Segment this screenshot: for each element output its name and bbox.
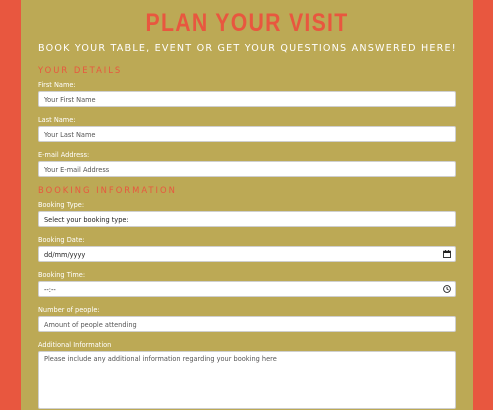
booking-time-input[interactable]: --:-- bbox=[38, 281, 456, 297]
email-placeholder: Your E-mail Address bbox=[44, 166, 110, 174]
additional-info-placeholder: Please include any additional informatio… bbox=[44, 355, 277, 363]
page-title: PLAN YOUR VISIT bbox=[145, 9, 349, 37]
last-name-input[interactable]: Your Last Name bbox=[38, 126, 456, 142]
first-name-placeholder: Your First Name bbox=[44, 96, 96, 104]
booking-date-value: dd/mm/yyyy bbox=[44, 251, 86, 259]
last-name-field: Last Name: Your Last Name bbox=[38, 116, 456, 142]
people-field: Number of people: Amount of people atten… bbox=[38, 306, 456, 332]
booking-date-field: Booking Date: dd/mm/yyyy bbox=[38, 236, 456, 262]
last-name-label: Last Name: bbox=[38, 116, 76, 124]
first-name-label: First Name: bbox=[38, 81, 76, 89]
booking-type-field: Booking Type: Select your booking type: bbox=[38, 201, 456, 227]
additional-info-label: Additional Information bbox=[38, 341, 112, 349]
people-input[interactable]: Amount of people attending bbox=[38, 316, 456, 332]
booking-form-panel: PLAN YOUR VISIT BOOK YOUR TABLE, EVENT O… bbox=[21, 0, 473, 410]
email-input[interactable]: Your E-mail Address bbox=[38, 161, 456, 177]
booking-time-field: Booking Time: --:-- bbox=[38, 271, 456, 297]
people-placeholder: Amount of people attending bbox=[44, 321, 137, 329]
booking-type-select[interactable]: Select your booking type: bbox=[38, 211, 456, 227]
people-label: Number of people: bbox=[38, 306, 100, 314]
page-subtitle: BOOK YOUR TABLE, EVENT OR GET YOUR QUEST… bbox=[38, 43, 457, 54]
last-name-placeholder: Your Last Name bbox=[44, 131, 96, 139]
booking-type-value: Select your booking type: bbox=[44, 216, 129, 224]
section-heading-details: YOUR DETAILS bbox=[38, 65, 123, 75]
first-name-input[interactable]: Your First Name bbox=[38, 91, 456, 107]
clock-icon[interactable] bbox=[443, 285, 451, 293]
booking-type-label: Booking Type: bbox=[38, 201, 85, 209]
booking-date-input[interactable]: dd/mm/yyyy bbox=[38, 246, 456, 262]
email-field: E-mail Address: Your E-mail Address bbox=[38, 151, 456, 177]
additional-info-textarea[interactable]: Please include any additional informatio… bbox=[38, 351, 456, 409]
booking-time-label: Booking Time: bbox=[38, 271, 86, 279]
first-name-field: First Name: Your First Name bbox=[38, 81, 456, 107]
email-label: E-mail Address: bbox=[38, 151, 90, 159]
section-heading-booking: BOOKING INFORMATION bbox=[38, 185, 177, 195]
calendar-icon[interactable] bbox=[443, 250, 451, 258]
booking-time-value: --:-- bbox=[44, 286, 56, 294]
booking-date-label: Booking Date: bbox=[38, 236, 85, 244]
additional-info-field: Additional Information Please include an… bbox=[38, 341, 456, 409]
